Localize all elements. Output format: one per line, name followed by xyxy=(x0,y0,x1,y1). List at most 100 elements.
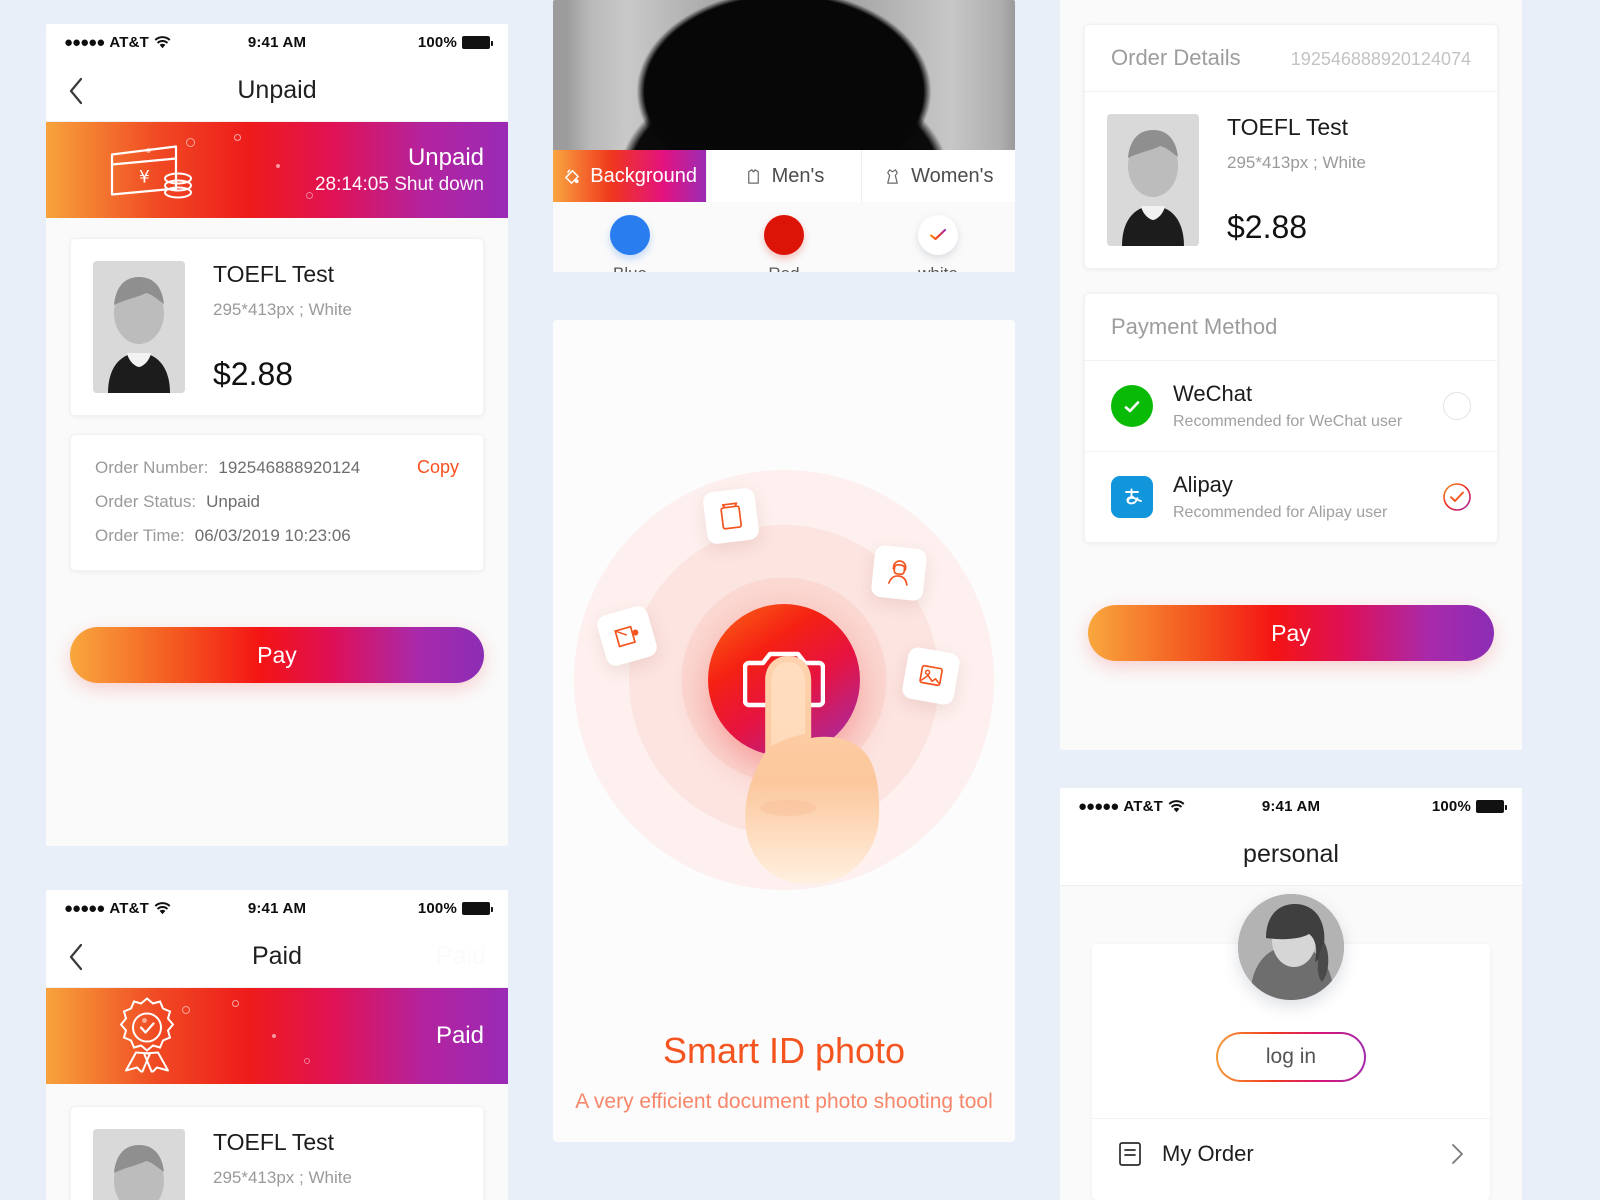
dress-icon xyxy=(887,168,898,184)
swatch-label: white xyxy=(918,264,958,273)
battery-icon xyxy=(1476,799,1507,813)
banner-status-label: Paid xyxy=(435,1022,484,1049)
swatch-blue[interactable]: Blue xyxy=(553,214,707,273)
picker-tabs: Background Men's Women's xyxy=(553,150,1015,202)
banner-texts: Unpaid 28:14:05 Shut down xyxy=(315,143,484,197)
order-status-row: Order Status: Unpaid xyxy=(95,492,459,512)
back-button[interactable] xyxy=(46,943,106,971)
product-spec: 295*413px ; White xyxy=(213,300,352,319)
clipboard-icon-tile[interactable] xyxy=(702,487,760,545)
avatar-person-icon-tile[interactable] xyxy=(870,544,928,602)
product-price: $2.88 xyxy=(1227,209,1308,245)
swatch-label: Blue xyxy=(613,264,647,273)
id-photo-thumbnail xyxy=(1107,114,1199,246)
status-bar-right: 100% xyxy=(1320,797,1507,815)
order-time-label: Order Time: xyxy=(95,526,185,545)
check-circle-icon xyxy=(1443,483,1471,511)
battery-icon xyxy=(462,35,493,49)
order-status-label: Order Status: xyxy=(95,492,197,511)
avatar[interactable] xyxy=(1238,894,1344,1000)
swatch-white[interactable]: white xyxy=(861,214,1015,273)
order-details-card: Order Details 192546888920124074 TOEFL T… xyxy=(1084,24,1498,269)
wallet-coins-icon: ¥ xyxy=(106,137,198,204)
status-bar-right: 100% xyxy=(306,900,493,917)
id-photo-thumbnail xyxy=(93,261,185,393)
copy-button[interactable]: Copy xyxy=(417,457,459,478)
pay-button[interactable]: Pay xyxy=(70,627,484,683)
battery-percent-label: 100% xyxy=(1431,797,1471,815)
background-picker-screen: Background Men's Women's Blue xyxy=(553,0,1015,272)
product-card: TOEFL Test 295*413px ; White $2.88 xyxy=(70,238,484,416)
order-meta-card: Order Number: 192546888920124 Copy Order… xyxy=(70,434,484,571)
nav-bar: personal xyxy=(1060,824,1522,886)
nav-bar: Unpaid xyxy=(46,60,508,122)
tab-label: Men's xyxy=(771,164,825,187)
alipay-icon xyxy=(1111,476,1153,518)
order-number-value: 192546888920124 xyxy=(218,458,361,477)
product-spec: 295*413px ; White xyxy=(1227,153,1366,172)
pointing-finger-icon xyxy=(745,656,880,884)
battery-icon xyxy=(462,901,493,915)
swatch-label: Red xyxy=(768,264,799,273)
tab-mens[interactable]: Men's xyxy=(707,150,862,202)
swatch-red[interactable]: Red xyxy=(707,214,861,273)
back-button[interactable] xyxy=(46,77,106,105)
status-bar-left: ●●●●● AT&T xyxy=(64,34,248,51)
pay-button[interactable]: Pay xyxy=(1088,605,1494,661)
menu-item-my-order[interactable]: My Order xyxy=(1092,1118,1490,1189)
wifi-icon xyxy=(1168,799,1185,812)
payment-method-header: Payment Method xyxy=(1085,294,1497,361)
nav-bar: Paid Paid xyxy=(46,926,508,988)
status-bar-left: ●●●●● AT&T xyxy=(64,900,248,917)
unpaid-order-screen: ●●●●● AT&T 9:41 AM 100% Unpaid ¥ Unpaid … xyxy=(46,24,508,846)
banner-countdown-label: 28:14:05 Shut down xyxy=(314,174,484,196)
screenshot-canvas: ●●●●● AT&T 9:41 AM 100% Unpaid ¥ Unpaid … xyxy=(0,0,1600,1200)
order-details-screen: Order Details 192546888920124074 TOEFL T… xyxy=(1060,0,1522,750)
payment-option-alipay[interactable]: Alipay Recommended for Alipay user xyxy=(1085,452,1497,542)
tab-label: Women's xyxy=(911,164,994,187)
product-name: TOEFL Test xyxy=(1227,114,1349,140)
chevron-right-icon xyxy=(1452,1144,1463,1164)
tab-background[interactable]: Background xyxy=(553,150,708,202)
wifi-icon xyxy=(154,35,171,48)
section-title: Order Details xyxy=(1111,45,1241,70)
banner-status-label: Unpaid xyxy=(407,144,484,172)
hero-illustration xyxy=(553,330,1015,1030)
avatar-person-icon xyxy=(888,560,908,586)
paid-order-screen: ●●●●● AT&T 9:41 AM 100% Paid Paid Paid T… xyxy=(46,890,508,1200)
wechat-icon xyxy=(1111,385,1153,427)
signal-dots-icon: ●●●●● xyxy=(64,33,105,51)
page-title: personal xyxy=(1243,840,1339,868)
payment-method-card: Payment Method WeChat Recommended for We… xyxy=(1084,293,1498,543)
carrier-label: AT&T xyxy=(109,899,149,917)
chevron-left-icon xyxy=(69,943,83,970)
status-bar: ●●●●● AT&T 9:41 AM 100% xyxy=(1060,788,1522,824)
clock-label: 9:41 AM xyxy=(247,899,307,917)
radio-alipay[interactable] xyxy=(1443,483,1471,511)
carrier-label: AT&T xyxy=(109,33,149,51)
signal-dots-icon: ●●●●● xyxy=(1078,797,1119,815)
payment-name: Alipay xyxy=(1173,472,1233,497)
radio-wechat[interactable] xyxy=(1443,392,1471,420)
section-title: Payment Method xyxy=(1111,314,1278,339)
color-swatches: Blue Red white xyxy=(553,202,1015,272)
product-price: $2.88 xyxy=(213,356,294,392)
payment-option-wechat[interactable]: WeChat Recommended for WeChat user xyxy=(1085,361,1497,452)
status-bar: ●●●●● AT&T 9:41 AM 100% xyxy=(46,24,508,60)
unpaid-status-banner: ¥ Unpaid 28:14:05 Shut down xyxy=(46,122,508,218)
id-card-icon xyxy=(614,625,639,648)
check-icon xyxy=(929,228,947,240)
color-dot-blue xyxy=(610,214,650,255)
login-button[interactable]: log in xyxy=(1216,1032,1366,1082)
personal-screen: ●●●●● AT&T 9:41 AM 100% personal log in … xyxy=(1060,788,1522,1200)
splash-title: Smart ID photo xyxy=(662,1030,906,1071)
color-dot-white xyxy=(918,214,958,255)
payment-desc: Recommended for Alipay user xyxy=(1173,504,1388,521)
product-spec: 295*413px ; White xyxy=(213,1168,352,1187)
status-bar-right: 100% xyxy=(306,34,493,51)
payment-desc: Recommended for WeChat user xyxy=(1173,413,1403,430)
order-time-row: Order Time: 06/03/2019 10:23:06 xyxy=(95,526,459,546)
tab-womens[interactable]: Women's xyxy=(862,150,1015,202)
photo-image-icon-tile[interactable] xyxy=(900,645,962,707)
chevron-left-icon xyxy=(69,77,83,104)
